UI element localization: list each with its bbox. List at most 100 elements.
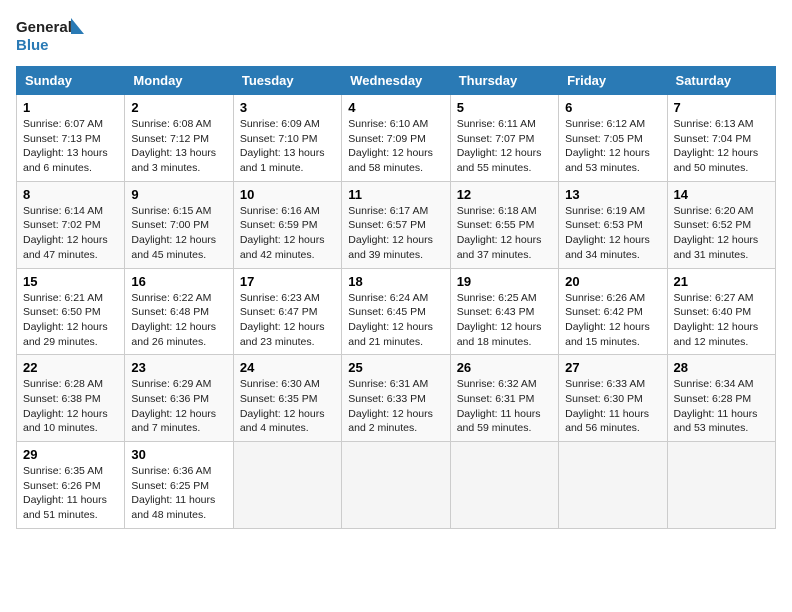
day-number: 7 — [674, 100, 769, 115]
calendar-cell: 19 Sunrise: 6:25 AM Sunset: 6:43 PM Dayli… — [450, 268, 558, 355]
day-number: 1 — [23, 100, 118, 115]
day-number: 30 — [131, 447, 226, 462]
day-info: Sunrise: 6:09 AM Sunset: 7:10 PM Dayligh… — [240, 117, 335, 176]
day-info: Sunrise: 6:13 AM Sunset: 7:04 PM Dayligh… — [674, 117, 769, 176]
calendar-cell: 25 Sunrise: 6:31 AM Sunset: 6:33 PM Dayli… — [342, 355, 450, 442]
calendar-cell: 21 Sunrise: 6:27 AM Sunset: 6:40 PM Dayli… — [667, 268, 775, 355]
day-info: Sunrise: 6:27 AM Sunset: 6:40 PM Dayligh… — [674, 291, 769, 350]
calendar-cell: 8 Sunrise: 6:14 AM Sunset: 7:02 PM Daylig… — [17, 181, 125, 268]
day-number: 5 — [457, 100, 552, 115]
day-info: Sunrise: 6:16 AM Sunset: 6:59 PM Dayligh… — [240, 204, 335, 263]
calendar-cell: 7 Sunrise: 6:13 AM Sunset: 7:04 PM Daylig… — [667, 95, 775, 182]
day-number: 24 — [240, 360, 335, 375]
day-info: Sunrise: 6:17 AM Sunset: 6:57 PM Dayligh… — [348, 204, 443, 263]
day-number: 25 — [348, 360, 443, 375]
weekday-header: Thursday — [450, 67, 558, 95]
calendar-cell — [233, 442, 341, 529]
calendar-week-row: 22Sunrise: 6:28 AM Sunset: 6:38 PM Dayli… — [17, 355, 776, 442]
calendar-cell: 9Sunrise: 6:15 AM Sunset: 7:00 PM Daylig… — [125, 181, 233, 268]
day-info: Sunrise: 6:30 AM Sunset: 6:35 PM Dayligh… — [240, 377, 335, 436]
calendar-cell: 28Sunrise: 6:34 AM Sunset: 6:28 PM Dayli… — [667, 355, 775, 442]
calendar-cell: 24 Sunrise: 6:30 AM Sunset: 6:35 PM Dayli… — [233, 355, 341, 442]
calendar-cell: 15Sunrise: 6:21 AM Sunset: 6:50 PM Dayli… — [17, 268, 125, 355]
calendar-cell: 26 Sunrise: 6:32 AM Sunset: 6:31 PM Dayli… — [450, 355, 558, 442]
day-number: 12 — [457, 187, 552, 202]
day-info: Sunrise: 6:36 AM Sunset: 6:25 PM Dayligh… — [131, 464, 226, 523]
day-info: Sunrise: 6:34 AM Sunset: 6:28 PM Dayligh… — [674, 377, 769, 436]
calendar-cell: 10 Sunrise: 6:16 AM Sunset: 6:59 PM Dayli… — [233, 181, 341, 268]
day-info: Sunrise: 6:20 AM Sunset: 6:52 PM Dayligh… — [674, 204, 769, 263]
day-info: Sunrise: 6:32 AM Sunset: 6:31 PM Dayligh… — [457, 377, 552, 436]
calendar-cell: 11 Sunrise: 6:17 AM Sunset: 6:57 PM Dayli… — [342, 181, 450, 268]
day-number: 29 — [23, 447, 118, 462]
day-info: Sunrise: 6:29 AM Sunset: 6:36 PM Dayligh… — [131, 377, 226, 436]
day-number: 15 — [23, 274, 118, 289]
day-info: Sunrise: 6:19 AM Sunset: 6:53 PM Dayligh… — [565, 204, 660, 263]
calendar-cell: 6Sunrise: 6:12 AM Sunset: 7:05 PM Daylig… — [559, 95, 667, 182]
calendar-table: SundayMondayTuesdayWednesdayThursdayFrid… — [16, 66, 776, 529]
calendar-cell — [450, 442, 558, 529]
calendar-cell: 5 Sunrise: 6:11 AM Sunset: 7:07 PM Daylig… — [450, 95, 558, 182]
day-info: Sunrise: 6:08 AM Sunset: 7:12 PM Dayligh… — [131, 117, 226, 176]
weekday-header: Friday — [559, 67, 667, 95]
day-number: 10 — [240, 187, 335, 202]
calendar-week-row: 8 Sunrise: 6:14 AM Sunset: 7:02 PM Daylig… — [17, 181, 776, 268]
day-number: 26 — [457, 360, 552, 375]
day-number: 16 — [131, 274, 226, 289]
logo: GeneralBlue — [16, 16, 86, 56]
day-info: Sunrise: 6:24 AM Sunset: 6:45 PM Dayligh… — [348, 291, 443, 350]
day-info: Sunrise: 6:10 AM Sunset: 7:09 PM Dayligh… — [348, 117, 443, 176]
day-number: 8 — [23, 187, 118, 202]
calendar-cell: 20 Sunrise: 6:26 AM Sunset: 6:42 PM Dayli… — [559, 268, 667, 355]
day-number: 11 — [348, 187, 443, 202]
day-number: 21 — [674, 274, 769, 289]
day-number: 18 — [348, 274, 443, 289]
calendar-cell: 29 Sunrise: 6:35 AM Sunset: 6:26 PM Dayli… — [17, 442, 125, 529]
day-info: Sunrise: 6:18 AM Sunset: 6:55 PM Dayligh… — [457, 204, 552, 263]
calendar-cell: 30 Sunrise: 6:36 AM Sunset: 6:25 PM Dayli… — [125, 442, 233, 529]
day-number: 9 — [131, 187, 226, 202]
calendar-cell: 2Sunrise: 6:08 AM Sunset: 7:12 PM Daylig… — [125, 95, 233, 182]
calendar-cell: 12 Sunrise: 6:18 AM Sunset: 6:55 PM Dayli… — [450, 181, 558, 268]
calendar-cell: 3Sunrise: 6:09 AM Sunset: 7:10 PM Daylig… — [233, 95, 341, 182]
weekday-header: Tuesday — [233, 67, 341, 95]
day-number: 19 — [457, 274, 552, 289]
day-info: Sunrise: 6:25 AM Sunset: 6:43 PM Dayligh… — [457, 291, 552, 350]
day-info: Sunrise: 6:22 AM Sunset: 6:48 PM Dayligh… — [131, 291, 226, 350]
calendar-cell: 17 Sunrise: 6:23 AM Sunset: 6:47 PM Dayli… — [233, 268, 341, 355]
svg-text:Blue: Blue — [16, 37, 49, 54]
calendar-cell: 16 Sunrise: 6:22 AM Sunset: 6:48 PM Dayli… — [125, 268, 233, 355]
header: GeneralBlue — [16, 16, 776, 56]
day-info: Sunrise: 6:35 AM Sunset: 6:26 PM Dayligh… — [23, 464, 118, 523]
day-info: Sunrise: 6:07 AM Sunset: 7:13 PM Dayligh… — [23, 117, 118, 176]
weekday-header: Sunday — [17, 67, 125, 95]
day-number: 4 — [348, 100, 443, 115]
day-number: 27 — [565, 360, 660, 375]
day-info: Sunrise: 6:11 AM Sunset: 7:07 PM Dayligh… — [457, 117, 552, 176]
day-info: Sunrise: 6:23 AM Sunset: 6:47 PM Dayligh… — [240, 291, 335, 350]
calendar-cell: 22Sunrise: 6:28 AM Sunset: 6:38 PM Dayli… — [17, 355, 125, 442]
calendar-week-row: 1 Sunrise: 6:07 AM Sunset: 7:13 PM Daylig… — [17, 95, 776, 182]
day-info: Sunrise: 6:26 AM Sunset: 6:42 PM Dayligh… — [565, 291, 660, 350]
day-info: Sunrise: 6:28 AM Sunset: 6:38 PM Dayligh… — [23, 377, 118, 436]
calendar-cell: 13 Sunrise: 6:19 AM Sunset: 6:53 PM Dayli… — [559, 181, 667, 268]
day-number: 20 — [565, 274, 660, 289]
calendar-cell — [559, 442, 667, 529]
day-number: 23 — [131, 360, 226, 375]
day-info: Sunrise: 6:33 AM Sunset: 6:30 PM Dayligh… — [565, 377, 660, 436]
day-number: 14 — [674, 187, 769, 202]
calendar-cell: 4 Sunrise: 6:10 AM Sunset: 7:09 PM Daylig… — [342, 95, 450, 182]
day-info: Sunrise: 6:12 AM Sunset: 7:05 PM Dayligh… — [565, 117, 660, 176]
svg-text:General: General — [16, 19, 72, 36]
calendar-cell: 18 Sunrise: 6:24 AM Sunset: 6:45 PM Dayli… — [342, 268, 450, 355]
day-info: Sunrise: 6:31 AM Sunset: 6:33 PM Dayligh… — [348, 377, 443, 436]
logo-svg: GeneralBlue — [16, 16, 86, 56]
calendar-header-row: SundayMondayTuesdayWednesdayThursdayFrid… — [17, 67, 776, 95]
day-info: Sunrise: 6:14 AM Sunset: 7:02 PM Dayligh… — [23, 204, 118, 263]
calendar-cell: 23 Sunrise: 6:29 AM Sunset: 6:36 PM Dayli… — [125, 355, 233, 442]
day-number: 13 — [565, 187, 660, 202]
calendar-cell: 27 Sunrise: 6:33 AM Sunset: 6:30 PM Dayli… — [559, 355, 667, 442]
calendar-cell: 14 Sunrise: 6:20 AM Sunset: 6:52 PM Dayli… — [667, 181, 775, 268]
calendar-cell — [342, 442, 450, 529]
day-number: 17 — [240, 274, 335, 289]
